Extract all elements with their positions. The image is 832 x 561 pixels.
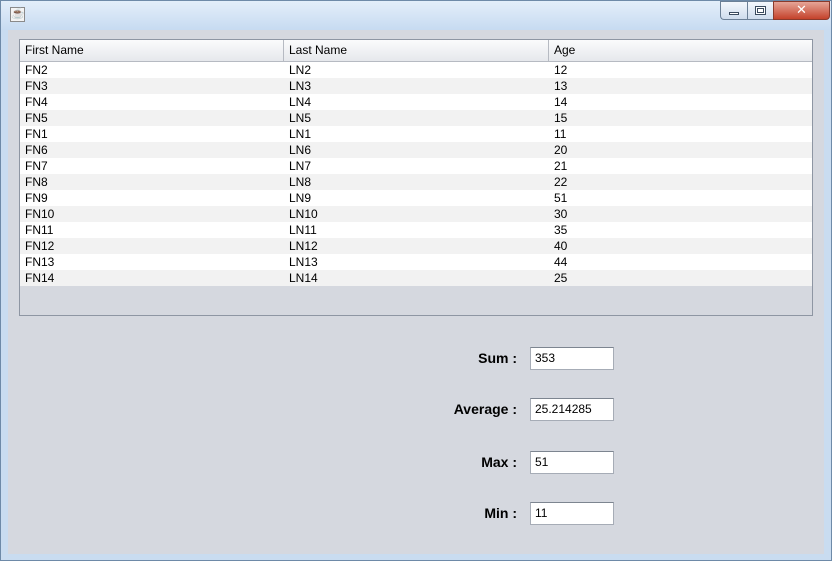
maximize-icon <box>755 6 766 15</box>
average-field[interactable]: 25.214285 <box>530 398 614 421</box>
minimize-icon <box>729 12 739 15</box>
age-cell: 11 <box>554 127 567 141</box>
maximize-button[interactable] <box>747 1 773 20</box>
table-body: FN2 LN2 12 FN3 LN3 13 FN4 LN4 14 FN5 LN5 15 FN1 LN1 11… <box>20 62 812 286</box>
table-row[interactable]: FN12 LN12 40 <box>20 238 812 254</box>
first-name-cell: FN11 <box>25 223 54 237</box>
content-pane: First Name Last Name Age FN2 LN2 12 FN3 LN3 1… <box>8 30 824 554</box>
max-field[interactable]: 51 <box>530 451 614 474</box>
max-label: Max : <box>481 454 517 470</box>
table-row[interactable]: FN11 LN11 35 <box>20 222 812 238</box>
first-name-cell: FN10 <box>25 207 55 221</box>
last-name-cell: LN6 <box>289 143 312 157</box>
age-cell: 13 <box>554 79 568 93</box>
age-cell: 51 <box>554 191 568 205</box>
close-icon: ✕ <box>796 3 807 18</box>
close-button[interactable]: ✕ <box>773 1 830 20</box>
age-cell: 22 <box>554 175 568 189</box>
first-name-cell: FN5 <box>25 111 48 125</box>
column-header-first-name[interactable]: First Name <box>20 40 284 61</box>
table-row[interactable]: FN7 LN7 21 <box>20 158 812 174</box>
title-bar[interactable]: ☕ ✕ <box>1 1 831 30</box>
first-name-cell: FN9 <box>25 191 48 205</box>
average-label: Average : <box>453 401 517 417</box>
age-cell: 15 <box>554 111 568 125</box>
min-label: Min : <box>484 505 517 521</box>
java-cup-icon[interactable]: ☕ <box>10 7 25 22</box>
table-row[interactable]: FN3 LN3 13 <box>20 78 812 94</box>
table-row[interactable]: FN10 LN10 30 <box>20 206 812 222</box>
last-name-cell: LN9 <box>289 191 312 205</box>
sum-label: Sum : <box>478 350 517 366</box>
first-name-cell: FN2 <box>25 63 48 77</box>
last-name-cell: LN3 <box>289 79 312 93</box>
age-cell: 25 <box>554 271 568 285</box>
table-row[interactable]: FN4 LN4 14 <box>20 94 812 110</box>
first-name-cell: FN12 <box>25 239 55 253</box>
people-table[interactable]: First Name Last Name Age FN2 LN2 12 FN3 LN3 1… <box>19 39 813 316</box>
age-cell: 35 <box>554 223 568 237</box>
last-name-cell: LN7 <box>289 159 312 173</box>
first-name-cell: FN14 <box>25 271 55 285</box>
last-name-cell: LN5 <box>289 111 312 125</box>
first-name-cell: FN4 <box>25 95 48 109</box>
age-cell: 20 <box>554 143 568 157</box>
first-name-cell: FN3 <box>25 79 48 93</box>
table-row[interactable]: FN13 LN13 44 <box>20 254 812 270</box>
table-row[interactable]: FN2 LN2 12 <box>20 62 812 78</box>
minimize-button[interactable] <box>720 1 747 20</box>
sum-field[interactable]: 353 <box>530 347 614 370</box>
last-name-cell: LN14 <box>289 271 318 285</box>
table-row[interactable]: FN9 LN9 51 <box>20 190 812 206</box>
age-cell: 40 <box>554 239 568 253</box>
column-header-age[interactable]: Age <box>549 40 812 61</box>
first-name-cell: FN8 <box>25 175 48 189</box>
age-cell: 44 <box>554 255 568 269</box>
window-controls: ✕ <box>720 1 830 21</box>
last-name-cell: LN13 <box>289 255 318 269</box>
first-name-cell: FN13 <box>25 255 55 269</box>
age-cell: 21 <box>554 159 568 173</box>
last-name-cell: LN10 <box>289 207 318 221</box>
last-name-cell: LN12 <box>289 239 318 253</box>
table-row[interactable]: FN5 LN5 15 <box>20 110 812 126</box>
table-row[interactable]: FN8 LN8 22 <box>20 174 812 190</box>
first-name-cell: FN7 <box>25 159 48 173</box>
app-window: ☕ ✕ First Name Last Name Age FN2 LN2 12 FN3… <box>0 0 832 561</box>
column-header-last-name[interactable]: Last Name <box>284 40 549 61</box>
first-name-cell: FN6 <box>25 143 48 157</box>
table-row[interactable]: FN6 LN6 20 <box>20 142 812 158</box>
last-name-cell: LN4 <box>289 95 312 109</box>
last-name-cell: LN2 <box>289 63 312 77</box>
min-field[interactable]: 11 <box>530 502 614 525</box>
first-name-cell: FN1 <box>25 127 48 141</box>
age-cell: 30 <box>554 207 568 221</box>
table-row[interactable]: FN14 LN14 25 <box>20 270 812 286</box>
table-row[interactable]: FN1 LN1 11 <box>20 126 812 142</box>
age-cell: 12 <box>554 63 568 77</box>
last-name-cell: LN11 <box>289 223 317 237</box>
table-header: First Name Last Name Age <box>20 40 812 62</box>
last-name-cell: LN8 <box>289 175 312 189</box>
age-cell: 14 <box>554 95 568 109</box>
last-name-cell: LN1 <box>289 127 312 141</box>
